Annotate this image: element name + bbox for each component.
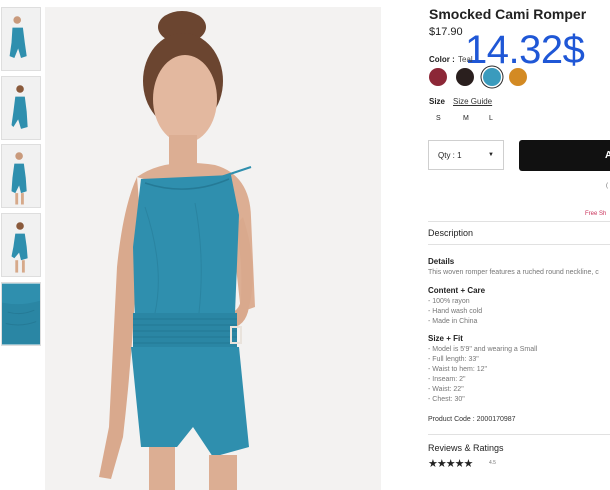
quantity-select[interactable]: Qty : 1 ▼ xyxy=(428,140,504,170)
thumbnail-4[interactable] xyxy=(1,213,41,277)
size-fit-item: - Full length: 33" xyxy=(428,356,479,363)
color-swatch-black[interactable] xyxy=(456,68,474,86)
size-fit-item: - Chest: 30" xyxy=(428,396,465,403)
size-guide-link[interactable]: Size Guide xyxy=(453,97,492,106)
main-product-image xyxy=(45,7,381,490)
rating-value: 4.5 xyxy=(489,460,496,466)
quantity-label: Qty : 1 xyxy=(438,150,462,160)
details-heading: Details xyxy=(428,257,455,266)
divider xyxy=(428,244,610,245)
product-title: Smocked Cami Romper xyxy=(429,6,587,22)
content-care-item: - Hand wash cold xyxy=(428,308,483,315)
size-option-m[interactable]: M xyxy=(463,115,469,122)
size-fit-heading: Size + Fit xyxy=(428,334,463,343)
color-label: Color : xyxy=(429,55,455,64)
size-fit-item: - Model is 5'9" and wearing a Small xyxy=(428,346,538,353)
reviews-heading[interactable]: Reviews & Ratings xyxy=(428,443,504,453)
star-rating-icon: ★★★★★ xyxy=(428,458,473,470)
thumbnail-3[interactable] xyxy=(1,144,41,208)
selected-color-name: Teal xyxy=(458,55,473,64)
add-to-bag-label: A xyxy=(605,150,610,161)
free-shipping-notice: Free Sh xyxy=(585,211,607,217)
divider xyxy=(428,221,610,222)
thumbnail-5[interactable] xyxy=(1,282,41,346)
size-option-s[interactable]: S xyxy=(436,115,441,122)
content-care-heading: Content + Care xyxy=(428,286,486,295)
content-care-item: - 100% rayon xyxy=(428,298,470,305)
overlay-discount-price: 14.32$ xyxy=(465,28,585,72)
thumbnail-1[interactable] xyxy=(1,7,41,71)
size-option-l[interactable]: L xyxy=(489,115,493,122)
description-heading[interactable]: Description xyxy=(428,228,473,238)
size-fit-item: - Waist: 22" xyxy=(428,386,464,393)
content-care-item: - Made in China xyxy=(428,318,478,325)
size-fit-item: - Waist to hem: 12" xyxy=(428,366,488,373)
add-to-bag-button[interactable]: A xyxy=(519,140,610,171)
thumbnail-2[interactable] xyxy=(1,76,41,140)
chevron-down-icon: ▼ xyxy=(488,152,494,158)
color-swatch-mustard[interactable] xyxy=(509,68,527,86)
color-swatch-teal[interactable] xyxy=(483,68,501,86)
product-price: $17.90 xyxy=(429,26,463,38)
color-swatch-burgundy[interactable] xyxy=(429,68,447,86)
cart-note: ( xyxy=(606,183,608,189)
size-label: Size xyxy=(429,97,446,106)
size-fit-item: - Inseam: 2" xyxy=(428,376,466,383)
details-text: This woven romper features a ruched roun… xyxy=(428,269,599,276)
divider xyxy=(428,434,610,435)
product-code: Product Code : 2000170987 xyxy=(428,416,516,423)
